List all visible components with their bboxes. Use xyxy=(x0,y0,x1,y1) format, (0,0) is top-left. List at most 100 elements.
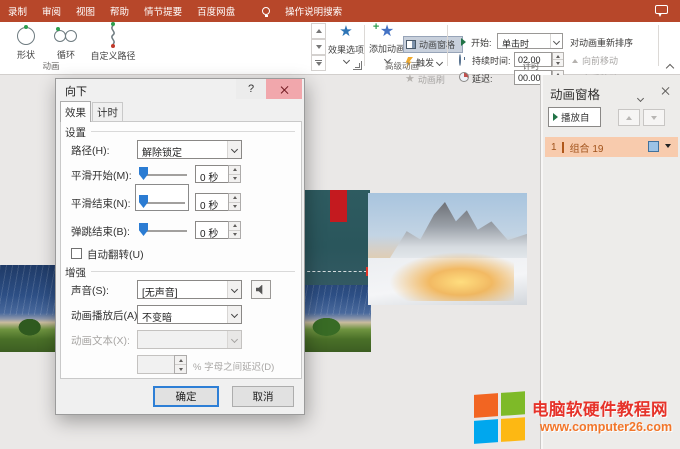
menu-tab-baidu-netdisk[interactable]: 百度网盘 xyxy=(197,4,235,18)
start-value: 单击时 xyxy=(498,34,550,48)
menu-tab-view[interactable]: 视图 xyxy=(76,4,95,18)
chevron-down-icon xyxy=(550,34,562,48)
tab-timing[interactable]: 计时 xyxy=(92,102,123,121)
animate-text-dropdown xyxy=(137,330,242,349)
shape-path-icon xyxy=(17,27,35,45)
collapse-ribbon-icon[interactable] xyxy=(666,64,674,72)
smooth-end-spinner[interactable] xyxy=(228,193,241,211)
move-earlier-label: 向前移动 xyxy=(582,54,618,67)
close-icon xyxy=(280,85,289,94)
animation-list-item[interactable]: 1 组合 19 xyxy=(545,137,678,157)
animation-index: 1 xyxy=(551,142,557,153)
animation-pane-icon xyxy=(406,40,416,49)
smooth-start-slider[interactable] xyxy=(139,167,148,180)
bounce-end-value[interactable]: 0 秒 xyxy=(195,221,229,239)
watermark-site-name: 电脑软硬件教程网 xyxy=(532,396,680,420)
move-earlier-button[interactable]: 向前移动 xyxy=(572,54,618,67)
auto-reverse-checkbox[interactable] xyxy=(71,248,82,259)
red-rectangle-shape[interactable] xyxy=(330,190,347,222)
menu-bar: 录制 审阅 视图 帮助 情节提要 百度网盘 操作说明搜索 xyxy=(0,0,680,22)
play-from-button[interactable]: 播放自 xyxy=(548,107,601,127)
smooth-end-label: 平滑结束(N): xyxy=(71,196,131,211)
after-animation-value: 不变暗 xyxy=(138,306,227,323)
menu-tab-storyboard[interactable]: 情节提要 xyxy=(144,4,182,18)
tab-effect[interactable]: 效果 xyxy=(60,101,91,122)
chevron-down-icon xyxy=(342,57,349,64)
animation-pane: 动画窗格 播放自 1 组合 19 xyxy=(540,75,680,449)
gallery-scroll-up-button[interactable] xyxy=(311,23,326,39)
group-label-animation: 动画 xyxy=(36,60,66,72)
gallery-item-label: 形状 xyxy=(17,48,35,61)
after-animation-dropdown[interactable]: 不变暗 xyxy=(137,305,242,324)
start-play-icon xyxy=(461,38,466,46)
flag-square-orange xyxy=(474,393,498,418)
lightbulb-icon xyxy=(262,7,270,15)
path-dropdown[interactable]: 解除锁定 xyxy=(137,140,242,159)
duration-label: 持续时间: xyxy=(472,54,511,67)
smooth-start-label: 平滑开始(M): xyxy=(71,168,132,183)
animation-pane-toggle-button[interactable]: 动画窗格 xyxy=(403,36,463,53)
gallery-scroll-down-button[interactable] xyxy=(311,39,326,55)
tell-me-search[interactable]: 操作说明搜索 xyxy=(285,4,342,18)
mountain-photo[interactable] xyxy=(368,193,527,305)
animate-text-label: 动画文本(X): xyxy=(71,333,130,348)
pane-chevron-down-icon[interactable] xyxy=(638,88,643,106)
add-animation-label: 添加动画 xyxy=(369,42,405,55)
chevron-down-icon xyxy=(227,306,241,323)
delay-clock-icon xyxy=(459,72,469,82)
animation-painter-star-icon: ★ xyxy=(405,74,415,85)
delay-label: 延迟: xyxy=(472,72,493,85)
reorder-animation-label: 对动画重新排序 xyxy=(570,36,633,49)
cancel-button[interactable]: 取消 xyxy=(232,386,294,407)
dialog-close-button[interactable] xyxy=(266,79,302,99)
effect-options-star-icon: ★ xyxy=(339,24,352,40)
comments-icon[interactable] xyxy=(655,5,668,14)
group-label-timing: 计时 xyxy=(516,60,546,72)
smooth-start-value[interactable]: 0 秒 xyxy=(195,165,229,183)
ok-button[interactable]: 确定 xyxy=(153,386,219,407)
sound-label: 声音(S): xyxy=(71,283,109,298)
dialog-help-button[interactable]: ? xyxy=(236,79,266,99)
after-animation-label: 动画播放后(A): xyxy=(71,308,140,323)
gallery-item-shape[interactable]: 形状 xyxy=(6,24,46,62)
start-label: 开始: xyxy=(471,36,492,49)
section-rule xyxy=(91,271,295,272)
menu-tab-help[interactable]: 帮助 xyxy=(110,4,129,18)
sound-value: [无声音] xyxy=(138,281,227,298)
path-label: 路径(H): xyxy=(71,143,110,158)
settings-section-label: 设置 xyxy=(65,125,86,140)
animation-pane-button-label: 动画窗格 xyxy=(419,38,455,51)
effect-tab-page: 设置 路径(H): 解除锁定 平滑开始(M): 0 秒 平滑结束(N): 0 秒… xyxy=(60,121,302,379)
menu-tab-review[interactable]: 审阅 xyxy=(42,4,61,18)
gallery-item-custom-path[interactable]: 自定义路径 xyxy=(86,24,140,62)
bounce-end-label: 弹跳结束(B): xyxy=(71,224,130,239)
group-divider xyxy=(447,25,448,66)
animation-name: 组合 19 xyxy=(570,140,604,155)
pane-move-up-button[interactable] xyxy=(618,109,640,126)
enhance-section-label: 增强 xyxy=(65,265,86,280)
bounce-end-spinner[interactable] xyxy=(228,221,241,239)
sound-dropdown[interactable]: [无声音] xyxy=(137,280,242,299)
bounce-end-slider[interactable] xyxy=(139,223,148,236)
smooth-end-value[interactable]: 0 秒 xyxy=(195,193,229,211)
duration-spinner[interactable] xyxy=(552,52,564,67)
motion-path-dashed-line xyxy=(302,271,367,272)
menu-tab-record[interactable]: 录制 xyxy=(8,4,27,18)
gallery-more-button[interactable] xyxy=(311,55,326,71)
chevron-down-icon xyxy=(227,281,241,298)
chevron-down-icon xyxy=(227,141,241,158)
group-label-advanced-animation: 高级动画 xyxy=(380,60,424,72)
path-value: 解除锁定 xyxy=(138,141,227,158)
custom-path-icon xyxy=(107,24,119,46)
pane-move-down-button[interactable] xyxy=(643,109,665,126)
animation-painter-button[interactable]: ★ 动画刷 xyxy=(405,73,445,86)
dialog-launcher-icon[interactable] xyxy=(353,61,362,70)
effect-options-dialog: 向下 ? 效果 计时 设置 路径(H): 解除锁定 平滑开始(M): 0 秒 平… xyxy=(55,78,305,415)
plus-icon: + xyxy=(373,21,379,33)
sound-volume-button[interactable] xyxy=(251,280,271,299)
gallery-item-loop[interactable]: 循环 xyxy=(46,24,86,62)
chevron-down-icon xyxy=(436,59,443,66)
smooth-start-spinner[interactable] xyxy=(228,165,241,183)
item-dropdown-icon[interactable] xyxy=(665,144,671,148)
start-dropdown[interactable]: 单击时 xyxy=(497,33,563,49)
